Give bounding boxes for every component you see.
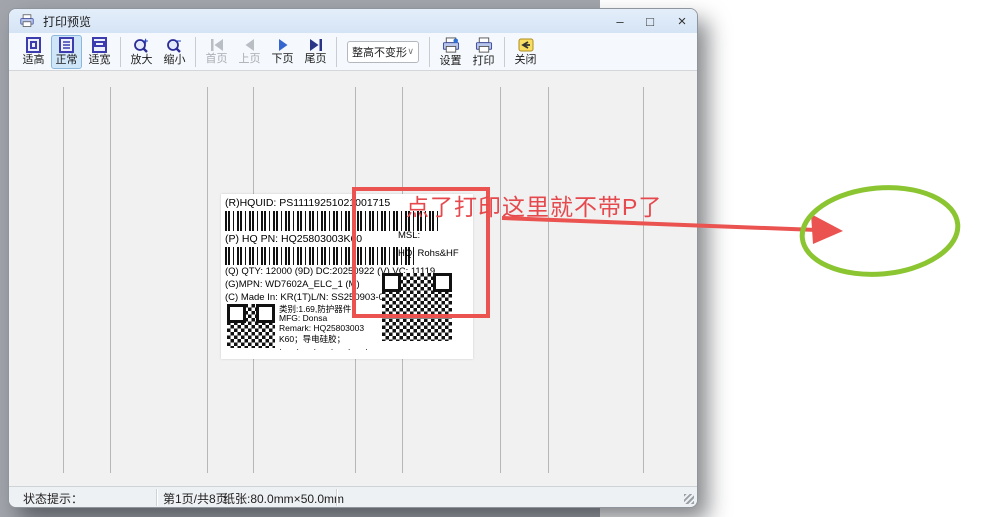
toolbar: 适高 正常 适宽 + 放大 − 缩小 首页 [9,33,697,71]
maximize-button[interactable]: □ [635,9,665,33]
label-mfg: MFG: Donsa [279,313,327,323]
page-guide-line [207,87,208,473]
toolbar-separator [336,37,337,67]
printer-settings-icon [441,37,461,54]
statusbar-separator [336,489,337,506]
next-page-button[interactable]: 下页 [267,35,298,69]
fit-width-button[interactable]: 适宽 [84,35,115,69]
svg-text:−: − [176,37,181,46]
page-guide-line [643,87,644,473]
toolbar-separator [504,37,505,67]
printer-icon [474,37,494,54]
label-hquid: (R)HQUID: PS11119251021001715 [225,197,390,209]
first-page-icon [209,38,225,52]
svg-text:+: + [143,37,148,46]
shipping-label-preview: (R)HQUID: PS11119251021001715 (P) HQ PN:… [221,194,473,359]
page-indicator: 第1页/共8页 [163,490,228,507]
next-page-icon [275,38,291,52]
print-button[interactable]: 打印 [468,35,499,69]
chevron-down-icon: ∨ [407,46,414,57]
toolbar-separator [429,37,430,67]
label-remark: Remark: HQ25803003 [279,323,364,333]
last-page-icon [308,38,324,52]
prev-page-icon [242,38,258,52]
fit-height-button[interactable]: 适高 [18,35,49,69]
normal-zoom-icon [58,37,75,53]
toolbar-separator [195,37,196,67]
close-button[interactable]: × [667,9,697,33]
resize-grip[interactable] [684,494,694,504]
zoom-out-icon: − [166,37,184,53]
titlebar: 打印预览 – □ × [9,9,697,33]
status-hint: 状态提示： [23,490,83,507]
qr-code [227,304,275,348]
label-made-in: (C) Made In: KR(1T)L/N: SS250903-04 [225,292,389,303]
first-page-button[interactable]: 首页 [201,35,232,69]
label-mpn: (G)MPN: WD7602A_ELC_1 (M) [225,279,360,290]
zoom-out-button[interactable]: − 缩小 [159,35,190,69]
qr-code [382,273,452,341]
exit-icon [517,37,535,53]
last-page-button[interactable]: 尾页 [300,35,331,69]
scale-mode-select[interactable]: 整高不变形 ∨ [347,41,419,63]
prev-page-button[interactable]: 上页 [234,35,265,69]
paper-size: 纸张:80.0mm×50.0mm [223,490,344,507]
statusbar-separator [156,489,157,506]
label-msl: MSL: [398,230,420,241]
print-preview-window: 打印预览 – □ × 适高 正常 适宽 + 放大 − [8,8,698,508]
barcode [225,211,441,231]
minimize-button[interactable]: – [605,9,635,33]
window-title: 打印预览 [43,13,91,30]
fit-height-icon [25,37,42,53]
toolbar-separator [120,37,121,67]
fit-width-icon [91,37,108,53]
printer-icon [19,14,35,28]
label-hq: HQ: Rohs&HF [398,248,459,259]
print-settings-button[interactable]: 设置 [435,35,466,69]
zoom-in-button[interactable]: + 放大 [126,35,157,69]
zoom-in-icon: + [133,37,151,53]
label-pn: (P) HQ PN: HQ25803003K60 [225,233,362,245]
page-guide-line [63,87,64,473]
label-dots: · · · · · · [279,344,374,354]
preview-canvas: (R)HQUID: PS11119251021001715 (P) HQ PN:… [10,71,697,487]
page-guide-line [110,87,111,473]
close-preview-button[interactable]: 关闭 [510,35,541,69]
barcode [225,247,415,265]
page-guide-line [500,87,501,473]
normal-zoom-button[interactable]: 正常 [51,35,82,69]
page-guide-line [548,87,549,473]
statusbar: 状态提示： 第1页/共8页 纸张:80.0mm×50.0mm [9,486,697,507]
screen: HQ: Rohs&HF 00 (9D) DC:20250922 (V) VC: … [0,0,1000,517]
